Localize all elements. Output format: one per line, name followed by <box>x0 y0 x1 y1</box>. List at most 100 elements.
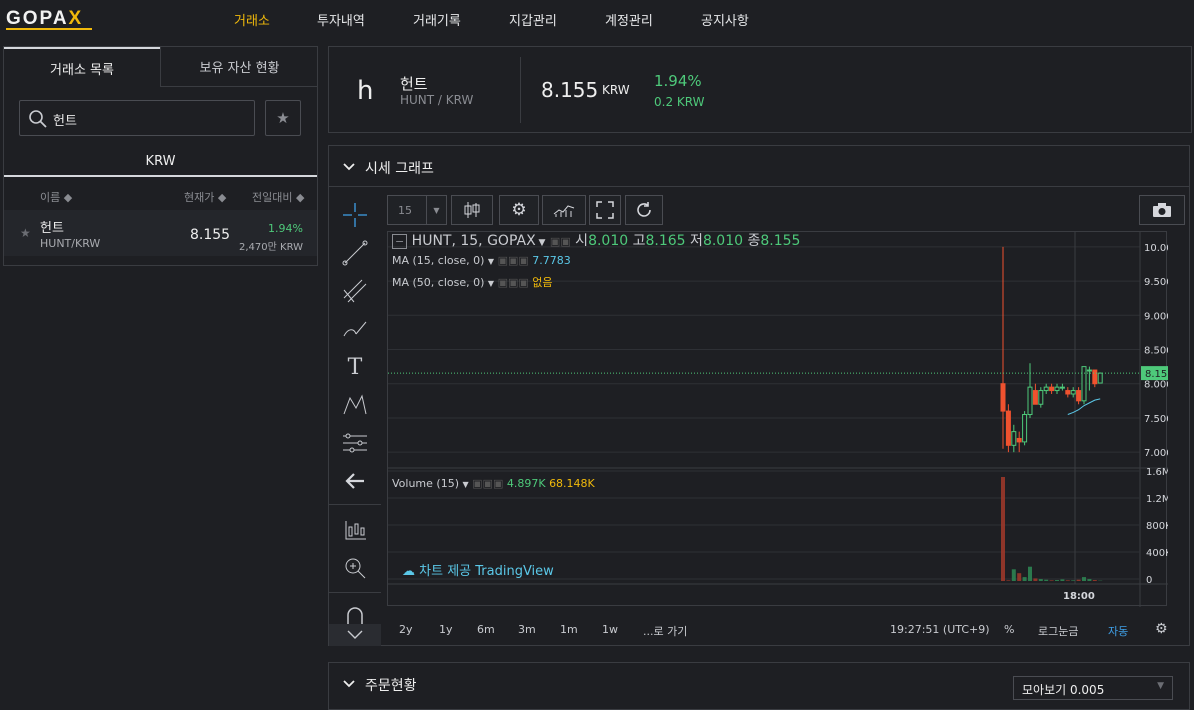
gear-icon[interactable]: ⚙ <box>1155 621 1168 637</box>
range-1y[interactable]: 1y <box>439 623 453 636</box>
caret-down-icon: ▼ <box>462 480 469 489</box>
crosshair-tool[interactable] <box>329 197 381 233</box>
nav-trade-history[interactable]: 거래기록 <box>413 10 461 29</box>
interval-value: 15 <box>398 203 412 217</box>
indicators-button[interactable] <box>542 195 586 225</box>
nav-notices[interactable]: 공지사항 <box>701 10 749 29</box>
volume-bar <box>1049 580 1054 581</box>
tradingview-watermark[interactable]: ☁ 차트 제공 TradingView <box>402 560 554 579</box>
screenshot-button[interactable] <box>1139 195 1185 225</box>
volume-tick-label: 1.6M <box>1146 467 1168 478</box>
price-tick-label: 8.500 <box>1144 346 1168 357</box>
coin-name: 헌트 <box>40 221 64 236</box>
go-to-date[interactable]: ...로 가기 <box>643 623 687 639</box>
candle-body <box>1081 366 1087 402</box>
column-price[interactable]: 현재가 ◆ <box>184 189 226 205</box>
ticker-price: 8.155 <box>541 78 599 102</box>
measure-tool[interactable] <box>329 425 381 461</box>
interval-select[interactable]: 15 ▼ <box>387 195 447 225</box>
volume-bar <box>1060 579 1065 581</box>
volume-label: Volume (15) <box>392 477 459 490</box>
gear-icon: ⚙ <box>511 200 527 220</box>
column-change[interactable]: 전일대비 ◆ <box>252 189 304 205</box>
search-value: 헌트 <box>53 114 77 129</box>
ohlc-open-label: 시 <box>575 233 589 249</box>
range-3m[interactable]: 3m <box>518 623 536 636</box>
column-name[interactable]: 이름 ◆ <box>40 189 72 205</box>
caret-down-icon: ▼ <box>487 279 495 288</box>
camera-icon <box>1153 203 1171 217</box>
range-1m[interactable]: 1m <box>560 623 578 636</box>
ma15-label: MA (15, close, 0) <box>392 254 485 267</box>
settings-button[interactable]: ⚙ <box>499 195 539 225</box>
price-tick-label: 9.500 <box>1144 277 1168 288</box>
gopax-logo[interactable]: GOPAX <box>6 8 83 30</box>
volume-bar <box>1017 573 1022 581</box>
search-input[interactable]: 헌트 <box>19 100 255 136</box>
nav-account[interactable]: 계정관리 <box>605 10 653 29</box>
tab-asset-status[interactable]: 보유 자산 현황 <box>160 47 318 87</box>
candle-body <box>1059 386 1065 389</box>
candle-body <box>1092 369 1098 385</box>
fullscreen-button[interactable] <box>589 195 621 225</box>
pitchfork-tool[interactable] <box>329 273 381 309</box>
text-tool[interactable]: T <box>329 349 381 385</box>
divider <box>329 186 1189 187</box>
candle-type-button[interactable] <box>451 195 493 225</box>
auto-scale-toggle[interactable]: 자동 <box>1108 623 1128 639</box>
chart-legend: − HUNT, 15, GOPAX ▼ ▣▣ 시8.010 고8.165 저8.… <box>392 230 800 250</box>
zoom-icon <box>345 558 366 579</box>
logo-text: GOPA <box>6 8 69 29</box>
candle-body <box>1000 383 1006 412</box>
candle-body <box>1011 431 1017 446</box>
more-tools-button[interactable] <box>329 624 381 646</box>
refresh-button[interactable] <box>625 195 663 225</box>
candle-body <box>1086 369 1092 372</box>
ohlc-high-label: 고 <box>632 233 646 249</box>
trend-line-icon <box>342 240 368 266</box>
ohlc-low: 8.010 <box>702 233 744 249</box>
price-tick-label: 9.000 <box>1144 311 1168 322</box>
clock[interactable]: 19:27:51 (UTC+9) <box>890 623 990 636</box>
tab-krw-market[interactable]: KRW <box>4 149 317 177</box>
pattern-tool[interactable] <box>329 387 381 423</box>
range-6m[interactable]: 6m <box>477 623 495 636</box>
brush-tool[interactable] <box>329 311 381 347</box>
zoom-tool[interactable] <box>329 550 381 586</box>
volume-bar <box>1001 477 1005 581</box>
collapse-icon[interactable]: − <box>392 234 408 249</box>
log-scale-toggle[interactable]: 로그눈금 <box>1038 623 1078 639</box>
caret-down-icon: ▼ <box>426 196 446 224</box>
favorites-button[interactable]: ★ <box>265 100 301 136</box>
measure-icon <box>343 433 367 453</box>
trend-line-tool[interactable] <box>329 235 381 271</box>
price-tick-label: 7.000 <box>1144 448 1168 459</box>
order-status-panel: 주문현황 모아보기 0.005 ▼ <box>328 662 1190 710</box>
back-tool[interactable] <box>329 463 381 499</box>
ticker-pair: HUNT / KRW <box>400 93 474 107</box>
star-icon[interactable]: ★ <box>20 226 31 240</box>
tab-market-list[interactable]: 거래소 목록 <box>4 47 160 87</box>
bars-icon <box>345 521 366 540</box>
percent-toggle[interactable]: % <box>1004 623 1014 636</box>
ma50-value: 없음 <box>532 276 553 289</box>
nav-wallet[interactable]: 지갑관리 <box>509 10 557 29</box>
chart-plot-area[interactable]: 10.000 9.500 9.000 8.500 8.000 7.500 7.000 1.6M… <box>387 230 1179 607</box>
indicators-icon <box>553 205 575 217</box>
range-2y[interactable]: 2y <box>399 623 413 636</box>
candle-body <box>1027 386 1033 416</box>
chart-type-tool[interactable] <box>329 512 381 548</box>
range-1w[interactable]: 1w <box>602 623 618 636</box>
coin-pair: HUNT/KRW <box>40 237 101 250</box>
refresh-icon <box>637 202 651 217</box>
last-price-tag-label: 8.155 <box>1145 369 1168 380</box>
divider <box>329 504 381 505</box>
nav-investments[interactable]: 투자내역 <box>317 10 365 29</box>
chevron-down-icon[interactable] <box>343 680 355 688</box>
chevron-down-icon[interactable] <box>343 163 355 171</box>
group-select[interactable]: 모아보기 0.005 ▼ <box>1013 676 1173 700</box>
list-item[interactable]: ★ 헌트 HUNT/KRW 8.155 1.94% 2,470만 KRW <box>4 210 317 256</box>
nav-exchange[interactable]: 거래소 <box>234 10 270 29</box>
market-list-panel: 거래소 목록 보유 자산 현황 헌트 ★ KRW 이름 ◆ 현재가 ◆ 전일대비… <box>3 46 318 266</box>
candle-body <box>1032 390 1038 405</box>
